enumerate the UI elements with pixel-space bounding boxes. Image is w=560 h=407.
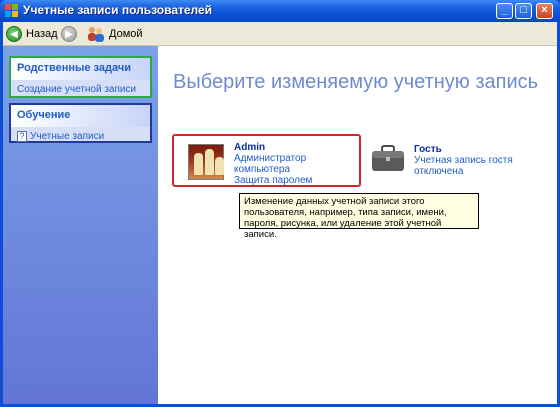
- account-type: Учетная запись гостя: [414, 155, 513, 166]
- users-icon: [88, 27, 104, 42]
- windows-logo-icon: [5, 4, 18, 17]
- close-button[interactable]: ×: [536, 3, 553, 19]
- minimize-button[interactable]: _: [496, 3, 513, 19]
- forward-arrow-icon: ▶: [61, 26, 77, 42]
- account-name: Гость: [414, 144, 442, 155]
- home-label: Домой: [109, 28, 143, 40]
- briefcase-icon: [372, 145, 404, 171]
- window: Учетные записи пользователей _ □ × ◀ Наз…: [0, 0, 560, 407]
- back-label: Назад: [26, 28, 58, 40]
- account-admin[interactable]: Admin Администратор компьютера Защита па…: [172, 134, 361, 187]
- learn-box: Обучение ? Учетные записи: [9, 103, 152, 143]
- user-accounts-help-label: Учетные записи: [30, 131, 105, 143]
- page-title: Выберите изменяемую учетную запись: [173, 71, 539, 93]
- account-guest[interactable]: Гость Учетная запись гостя отключена: [370, 142, 550, 182]
- window-title: Учетные записи пользователей: [23, 3, 213, 17]
- title-bar[interactable]: Учетные записи пользователей _ □ ×: [0, 0, 560, 22]
- chess-pieces-picture: [188, 144, 224, 180]
- learn-header[interactable]: Обучение: [11, 105, 150, 127]
- user-accounts-help-link[interactable]: ? Учетные записи: [11, 127, 150, 146]
- account-type: Администратор компьютера: [234, 153, 307, 175]
- tooltip: Изменение данных учетной записи этого по…: [239, 193, 479, 240]
- account-status: отключена: [414, 166, 464, 177]
- home-button[interactable]: Домой: [87, 25, 143, 43]
- task-pane: Родственные задачи Создание учетной запи…: [3, 46, 158, 404]
- account-status: Защита паролем: [234, 175, 313, 186]
- account-name: Admin: [234, 142, 266, 153]
- related-tasks-header[interactable]: Родственные задачи: [11, 58, 150, 80]
- create-account-link[interactable]: Создание учетной записи: [11, 80, 150, 99]
- admin-account-text: Admin Администратор компьютера Защита па…: [234, 142, 359, 186]
- help-icon: ?: [17, 131, 27, 142]
- back-button[interactable]: ◀ Назад: [6, 25, 58, 43]
- related-tasks-box: Родственные задачи Создание учетной запи…: [9, 56, 152, 98]
- back-arrow-icon: ◀: [6, 26, 22, 42]
- maximize-button[interactable]: □: [515, 3, 532, 19]
- forward-button[interactable]: ▶: [61, 25, 77, 43]
- content-area: Родственные задачи Создание учетной запи…: [3, 46, 557, 404]
- toolbar: ◀ Назад ▶ Домой: [3, 22, 557, 46]
- guest-account-text: Гость Учетная запись гостя отключена: [414, 144, 513, 177]
